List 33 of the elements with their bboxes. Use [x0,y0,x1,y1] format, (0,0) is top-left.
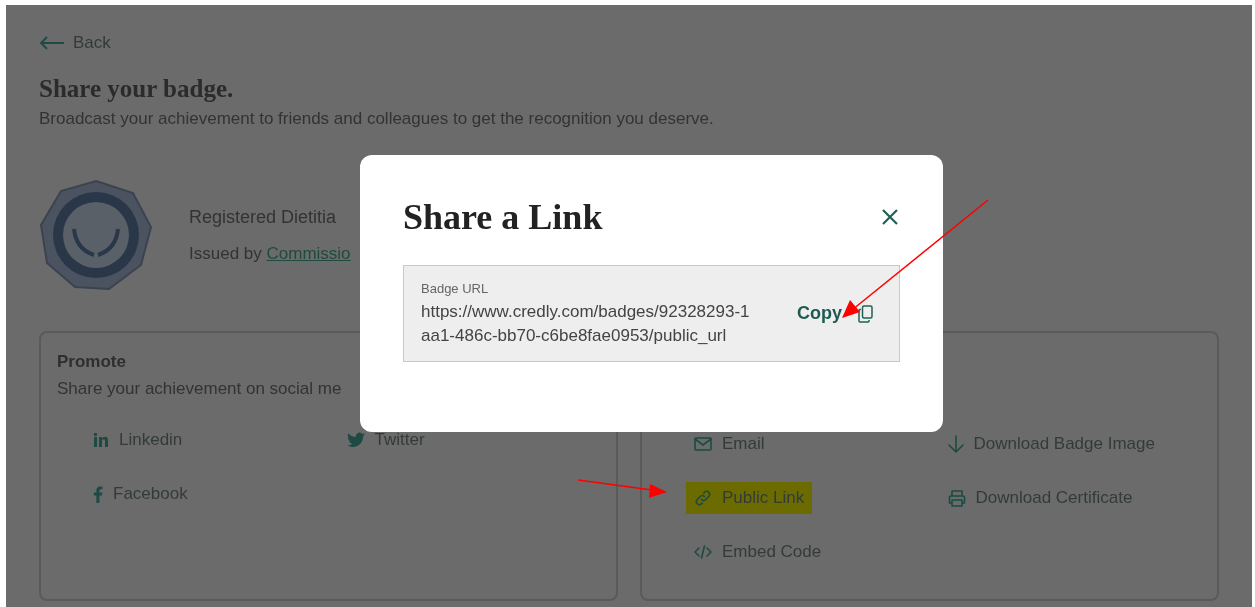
page-subtitle: Broadcast your achievement to friends and colleagues to get the recognition you deserve. [39,107,715,130]
copy-button[interactable]: Copy [797,300,873,327]
issuer-line: Issued by Commissio [189,242,351,265]
share-option[interactable]: Linkedin [85,424,191,456]
facebook-icon [93,485,103,503]
down-arrow-icon [947,435,964,453]
share-option[interactable]: Facebook [85,478,196,510]
share-option[interactable]: Public Link [686,482,813,514]
back-link[interactable]: Back [39,30,111,56]
card-description: Share your achievement on social me [57,378,343,400]
close-icon [881,208,899,226]
badge-emblem-icon [39,179,153,291]
page-title: Share your badge. [39,73,235,104]
bird-icon [346,432,365,448]
dialog-title: Share a Link [403,196,603,239]
share-option[interactable]: Embed Code [686,536,830,568]
envelope-icon [694,437,712,451]
link-icon [694,489,712,507]
copy-icon [858,304,873,323]
card-title: Promote [57,351,127,373]
field-label: Badge URL [421,279,490,298]
issuer-link[interactable]: Commissio [266,243,351,263]
left-arrow-icon [39,35,65,50]
url-text: https://www.credly.com/badges/92328293-1aa1-486c-bb70-c6be8fae0953/public_url [421,301,751,348]
share-option[interactable]: Twitter [338,424,433,456]
share-option[interactable]: Download Badge Image [939,428,1163,460]
printer-icon [947,489,966,507]
linkedin-icon [93,432,109,448]
share-option[interactable]: Email [686,428,773,460]
badge-url-field[interactable]: Badge URL https://www.credly.com/badges/92328293-1aa1-486c-bb70-c6be8fae0953/public_url Copy [403,265,900,362]
badge-name: Registered Dietitia [189,205,338,229]
code-icon [694,545,712,559]
share-option[interactable]: Download Certificate [939,482,1141,514]
